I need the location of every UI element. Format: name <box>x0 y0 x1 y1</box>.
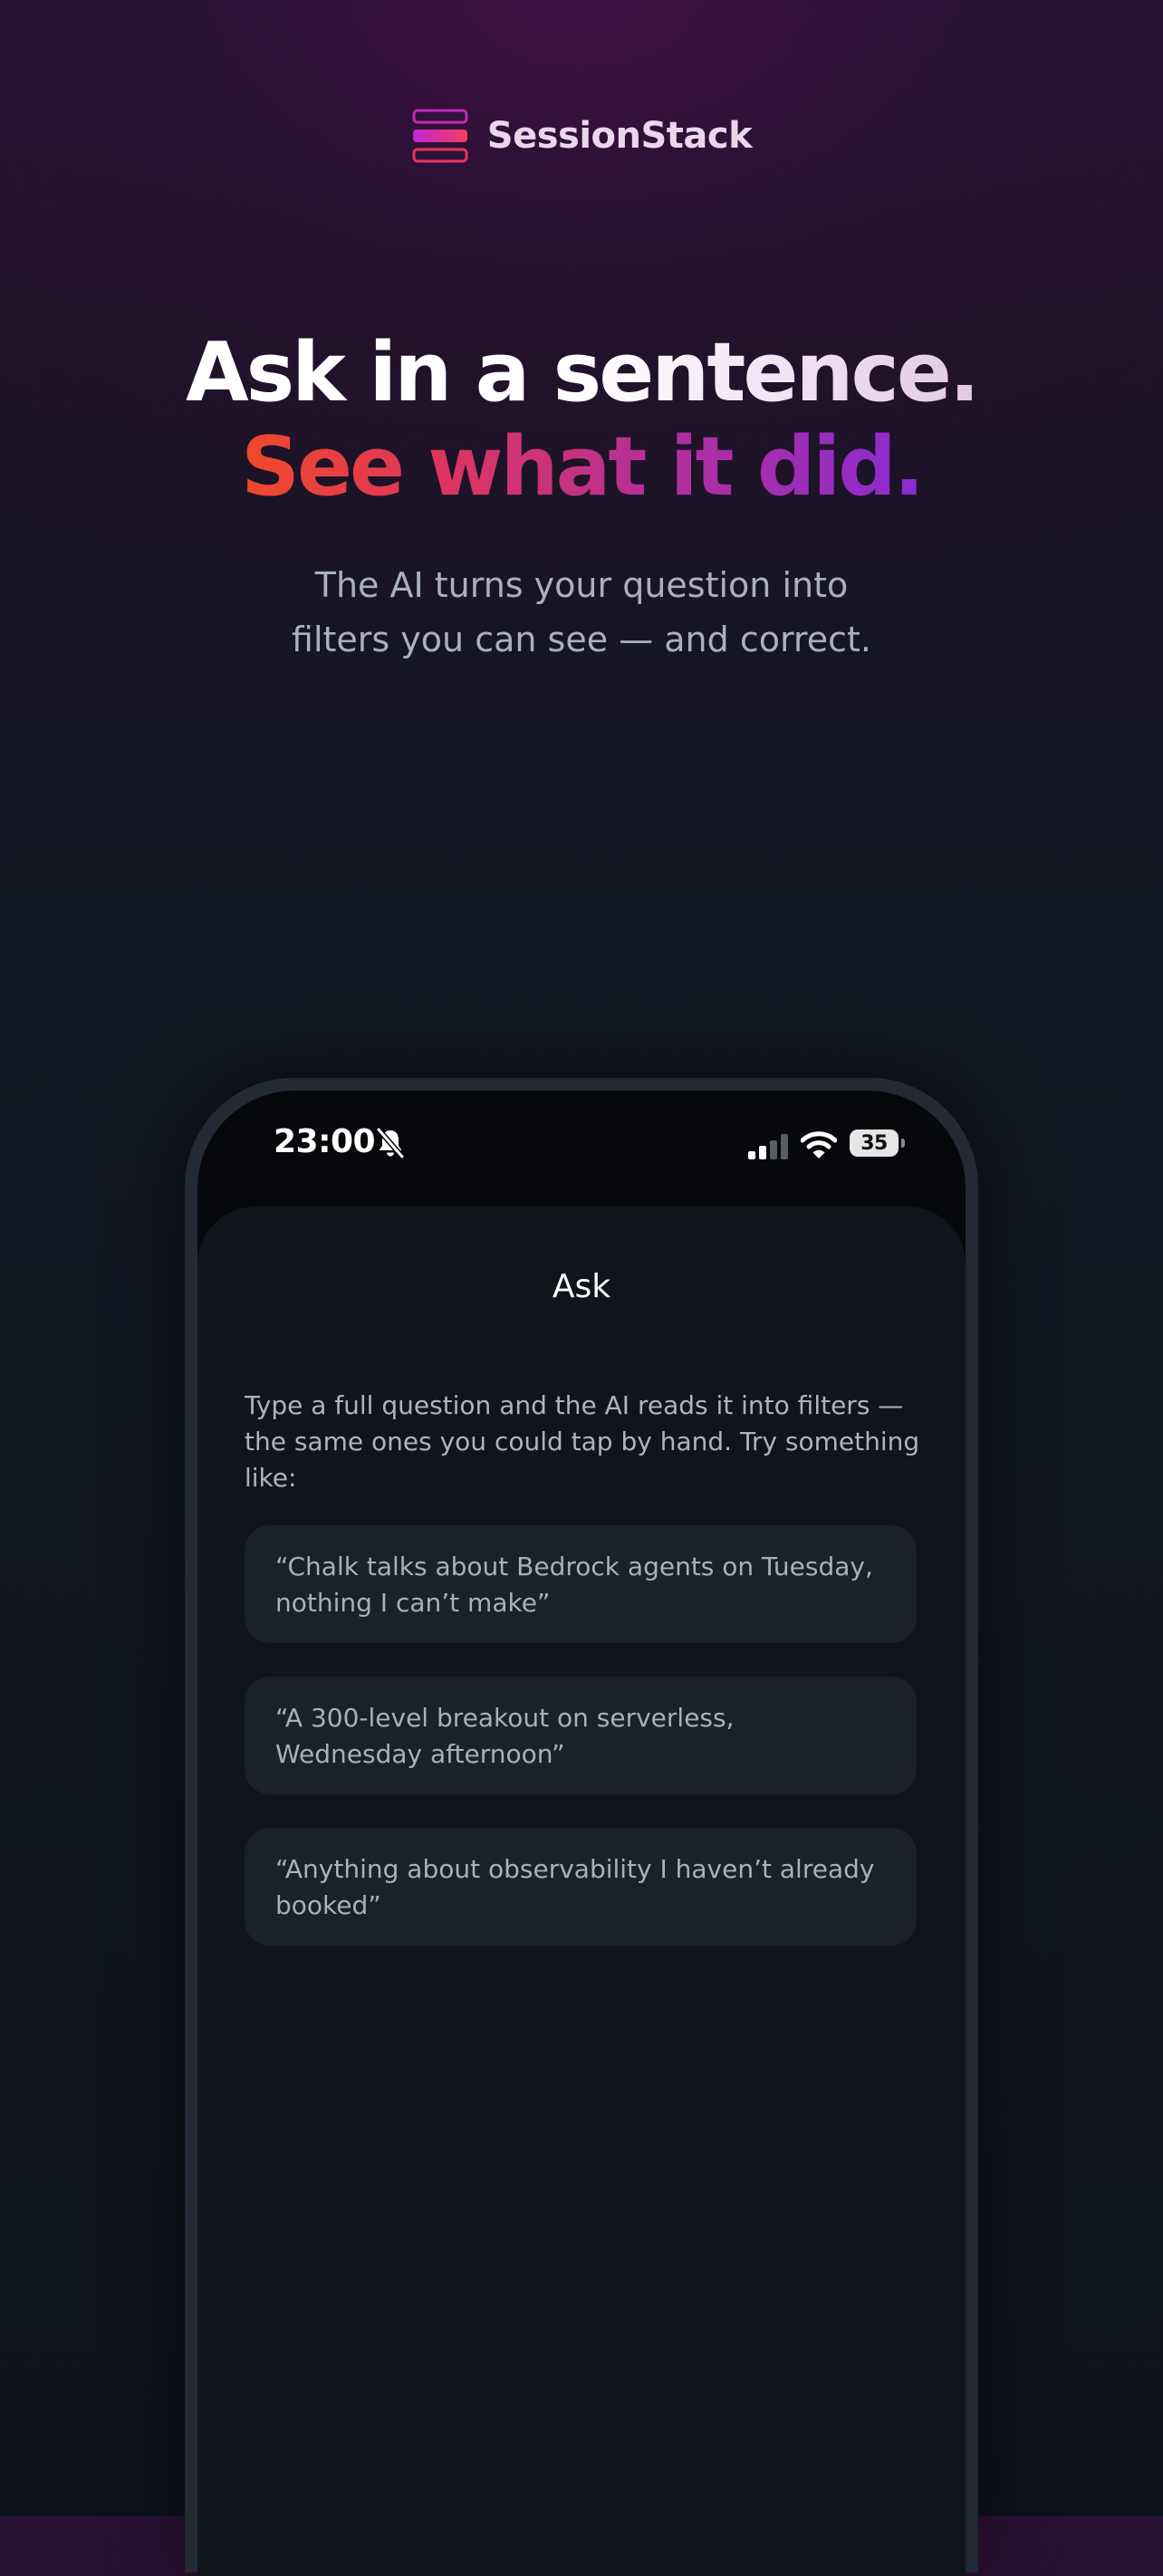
stacked-layers-icon <box>412 109 468 163</box>
battery-indicator: 35 <box>850 1129 906 1157</box>
wifi-icon <box>801 1131 837 1158</box>
headline-line-1: Ask in a sentence. <box>185 325 980 420</box>
ask-sheet: Ask Type a full question and the AI read… <box>197 1206 966 2576</box>
status-time: 23:00 <box>274 1123 376 1160</box>
phone-screen: 23:00 35 Ask Type a full question and th… <box>197 1091 966 2576</box>
headline-line-1-wrapper: Ask in a sentence. <box>0 326 1163 420</box>
headline-line-2: See what it did. <box>241 419 925 514</box>
battery-level: 35 <box>860 1131 888 1155</box>
bell-slash-icon <box>376 1127 405 1159</box>
battery-body: 35 <box>850 1129 899 1157</box>
cellular-signal-icon <box>748 1134 788 1159</box>
intro-text: Type a full question and the AI reads it… <box>245 1390 920 1493</box>
headline-line-2-wrapper: See what it did. <box>0 420 1163 514</box>
brand-header: SessionStack <box>0 109 1163 163</box>
battery-tip <box>901 1139 905 1148</box>
status-bar: 23:00 35 <box>197 1091 966 1199</box>
phone-frame: 23:00 35 Ask Type a full question and th… <box>185 1078 978 2576</box>
example-prompt-card[interactable]: “Anything about observability I haven’t … <box>245 1828 917 1946</box>
example-prompt-card[interactable]: “Chalk talks about Bedrock agents on Tue… <box>245 1525 917 1643</box>
example-prompt-card[interactable]: “A 300-level breakout on serverless, Wed… <box>245 1677 917 1794</box>
hero: Ask in a sentence. See what it did. The … <box>0 326 1163 667</box>
screen-title: Ask <box>552 1268 611 1305</box>
hero-subtitle-line-2: filters you can see — and correct. <box>292 620 871 659</box>
hero-subtitle-line-1: The AI turns your question into <box>314 565 849 605</box>
hero-subtitle: The AI turns your question into filters … <box>0 558 1163 667</box>
brand-name: SessionStack <box>486 115 753 157</box>
